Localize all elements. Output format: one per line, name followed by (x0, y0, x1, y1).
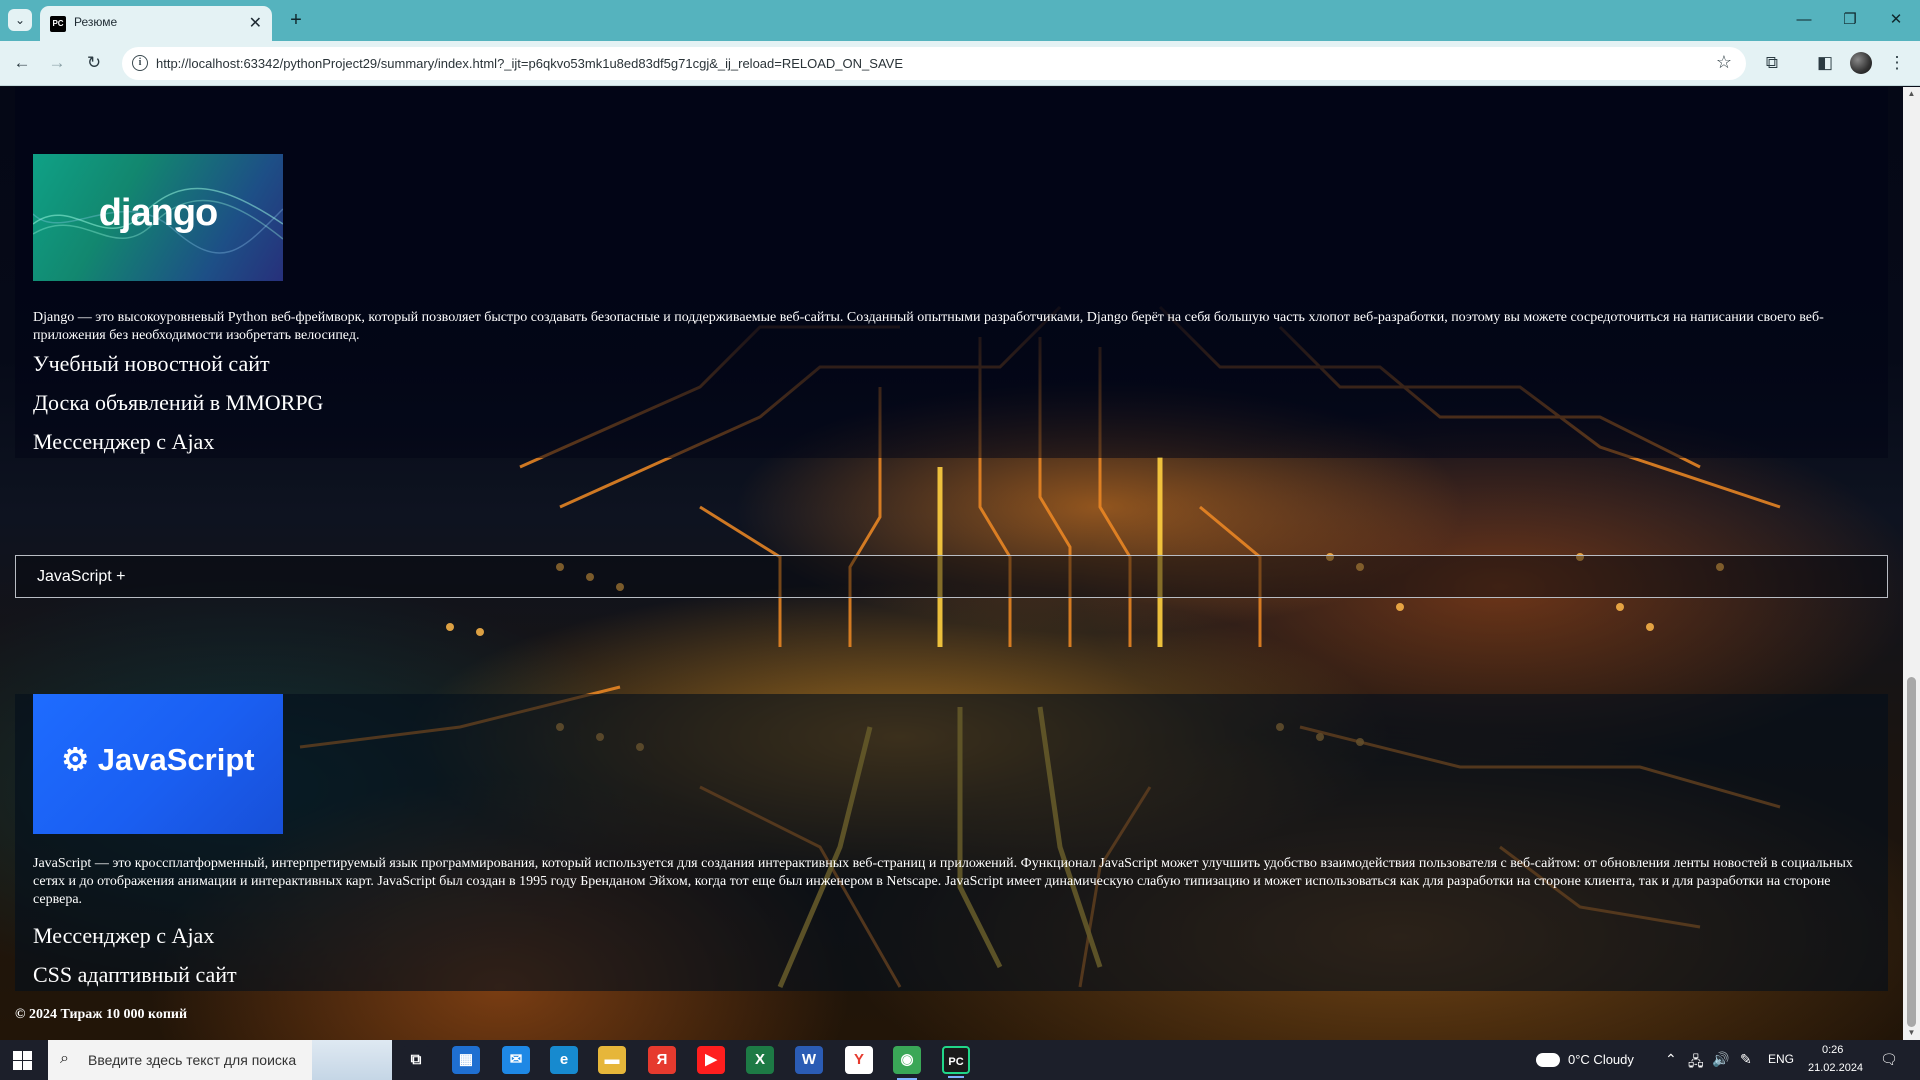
youtube-icon[interactable]: ▶ (697, 1046, 725, 1074)
pen-icon[interactable]: ✎ (1740, 1051, 1752, 1068)
bookmark-star-icon[interactable]: ☆ (1716, 52, 1732, 73)
new-tab-button[interactable]: + (282, 6, 310, 34)
javascript-project-item: CSS адаптивный сайт (33, 962, 237, 987)
django-project-item: Доска объявлений в MMORPG (33, 390, 324, 415)
tab-title: Резюме (74, 15, 118, 29)
language-indicator[interactable]: ENG (1768, 1052, 1794, 1066)
javascript-logo: ⚙ JavaScript (33, 694, 283, 834)
pycharm-icon[interactable]: PC (942, 1046, 970, 1078)
clock-time[interactable]: 0:26 (1822, 1044, 1843, 1056)
search-placeholder[interactable]: Введите здесь текст для поиска (88, 1052, 296, 1068)
django-logo: django (33, 154, 283, 281)
volume-icon[interactable]: 🔊 (1712, 1051, 1729, 1068)
django-section: django Django — это высокоуровневый Pyth… (15, 87, 1888, 458)
pycharm-favicon-icon: PC (50, 16, 66, 32)
javascript-description: JavaScript — это кроссплатформенный, инт… (33, 856, 1853, 907)
excel-icon[interactable]: X (746, 1046, 774, 1074)
reload-button[interactable]: ↻ (81, 50, 107, 76)
word-icon[interactable]: W (795, 1046, 823, 1074)
clock-date[interactable]: 21.02.2024 (1808, 1062, 1863, 1074)
url-text[interactable]: http://localhost:63342/pythonProject29/s… (156, 56, 903, 71)
taskbar-search-box[interactable]: ⌕ Введите здесь текст для поиска (48, 1040, 392, 1080)
store-icon[interactable]: ▦ (452, 1046, 480, 1074)
mail-icon[interactable]: ✉ (502, 1046, 530, 1074)
chrome-icon[interactable]: ◉ (893, 1046, 921, 1080)
django-project-item: Учебный новостной сайт (33, 351, 270, 376)
tab-search-chevron-icon[interactable]: ⌄ (8, 9, 32, 31)
restore-button[interactable]: ❐ (1830, 6, 1870, 34)
extensions-icon[interactable]: ⧉ (1760, 51, 1784, 75)
django-project-item: Мессенджер с Ajax (33, 429, 215, 454)
address-bar[interactable]: i http://localhost:63342/pythonProject29… (122, 47, 1746, 80)
menu-kebab-icon[interactable]: ⋮ (1885, 51, 1909, 75)
minimize-button[interactable]: — (1784, 6, 1824, 34)
forward-button[interactable]: → (44, 50, 70, 76)
django-description: Django — это высокоуровневый Python веб-… (33, 310, 1824, 343)
django-logo-text: django (98, 192, 219, 234)
yandex-icon[interactable]: Y (845, 1046, 873, 1074)
javascript-accordion-toggle[interactable]: JavaScript + (15, 555, 1888, 598)
page-footer: © 2024 Тираж 10 000 копий (15, 1007, 188, 1022)
page-scrollbar[interactable]: ▲ ▼ (1903, 87, 1920, 1040)
network-icon[interactable]: 🖧 (1688, 1051, 1704, 1075)
accordion-label[interactable]: JavaScript + (37, 568, 125, 586)
task-view-icon[interactable]: ⧉ (402, 1046, 430, 1074)
cloudy-weather-icon[interactable] (1536, 1053, 1560, 1067)
page-viewport: django Django — это высокоуровневый Pyth… (0, 87, 1903, 1040)
search-highlight-image (312, 1040, 392, 1080)
javascript-project-item: Мессенджер с Ajax (33, 923, 215, 948)
browser-toolbar: ← → ↻ i http://localhost:63342/pythonPro… (0, 41, 1920, 86)
weather-text[interactable]: 0°C Cloudy (1568, 1052, 1634, 1067)
profile-avatar[interactable] (1850, 52, 1872, 74)
site-info-icon[interactable]: i (132, 55, 148, 71)
javascript-logo-label: JavaScript (97, 742, 255, 777)
javascript-logo-text: ⚙ JavaScript (33, 742, 283, 778)
search-icon: ⌕ (60, 1050, 69, 1067)
tab-close-icon[interactable]: ✕ (249, 13, 262, 33)
windows-start-icon[interactable] (13, 1051, 32, 1070)
edge-icon[interactable]: e (550, 1046, 578, 1074)
scroll-up-arrow-icon[interactable]: ▲ (1903, 87, 1920, 101)
windows-taskbar: ⌕ Введите здесь текст для поиска ⧉ ▦ ✉ e ▬ Я ▶… (0, 1040, 1920, 1080)
close-window-button[interactable]: ✕ (1876, 6, 1916, 34)
browser-tab-bar: ⌄ PC Резюме ✕ + — ❐ ✕ (0, 0, 1920, 41)
notification-icon[interactable]: 🗨 (1880, 1051, 1898, 1068)
browser-tab[interactable]: PC Резюме ✕ (40, 6, 272, 41)
javascript-section: ⚙ JavaScript JavaScript — это кроссплатф… (15, 694, 1888, 991)
gear-icon: ⚙ (61, 742, 90, 777)
back-button[interactable]: ← (9, 50, 35, 76)
scroll-down-arrow-icon[interactable]: ▼ (1903, 1026, 1920, 1040)
scroll-thumb[interactable] (1907, 677, 1916, 1027)
tray-chevron-up-icon[interactable]: ⌃ (1665, 1051, 1677, 1068)
side-panel-icon[interactable]: ◧ (1813, 51, 1837, 75)
yandex-browser-icon[interactable]: Я (648, 1046, 676, 1074)
file-explorer-icon[interactable]: ▬ (598, 1046, 626, 1074)
